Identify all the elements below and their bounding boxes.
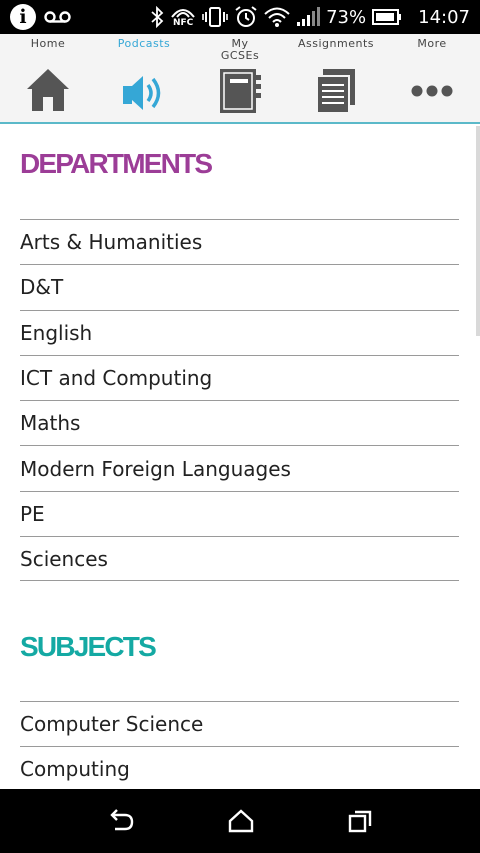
alarm-icon: [235, 6, 257, 27]
back-icon[interactable]: [107, 809, 135, 833]
speaker-icon: [123, 76, 161, 110]
list-item-arts-humanities[interactable]: Arts & Humanities: [20, 219, 459, 264]
list-item-computer-science[interactable]: Computer Science: [20, 701, 459, 746]
list-item-pe[interactable]: PE: [20, 490, 459, 536]
list-item-maths[interactable]: Maths: [20, 400, 459, 445]
system-navigation-bar: [0, 789, 480, 853]
tab-home[interactable]: Home: [0, 34, 96, 122]
signal-icon: [297, 7, 321, 26]
recent-apps-icon[interactable]: [347, 809, 373, 833]
tab-more-label: More: [417, 37, 447, 50]
list-item-ict-computing[interactable]: ICT and Computing: [20, 354, 459, 400]
vibrate-icon: [202, 7, 228, 27]
more-dots-icon: [411, 85, 453, 97]
list-item-computing[interactable]: Computing: [20, 746, 459, 791]
status-clock: 14:07: [418, 6, 470, 28]
status-bar: i NFC 73% 14:07: [0, 0, 480, 34]
tab-my-gcses[interactable]: My GCSEs: [192, 34, 288, 122]
battery-percentage: 73%: [326, 6, 367, 28]
nfc-label: NFC: [172, 18, 194, 28]
tab-assignments[interactable]: Assignments: [288, 34, 384, 122]
battery-icon: [372, 9, 402, 25]
list-item-modern-foreign-languages[interactable]: Modern Foreign Languages: [20, 445, 459, 490]
tab-my-gcses-label: My GCSEs: [220, 37, 260, 62]
voicemail-icon: [44, 11, 71, 23]
list-item-sciences[interactable]: Sciences: [20, 536, 459, 582]
documents-icon: [316, 69, 355, 114]
tab-assignments-label: Assignments: [298, 37, 374, 50]
tab-podcasts[interactable]: Podcasts: [96, 34, 192, 122]
bluetooth-icon: [151, 6, 164, 28]
tab-more[interactable]: More: [384, 34, 480, 122]
list-item-dt[interactable]: D&T: [20, 264, 459, 309]
subjects-list: Computer Science Computing: [20, 701, 459, 792]
nfc-icon: NFC: [170, 6, 196, 28]
departments-list: Arts & Humanities D&T English ICT and Co…: [20, 219, 459, 582]
wifi-icon: [264, 7, 290, 27]
home-icon: [27, 69, 69, 111]
departments-heading: DEPARTMENTS: [20, 148, 213, 179]
list-item-english[interactable]: English: [20, 309, 459, 355]
info-icon: i: [10, 4, 36, 30]
tab-podcasts-label: Podcasts: [117, 37, 171, 50]
top-tab-bar: Home Podcasts My GCSEs Assignments More: [0, 34, 480, 124]
scrollbar[interactable]: [476, 126, 480, 336]
home-button-icon[interactable]: [228, 809, 254, 833]
tab-home-label: Home: [30, 37, 66, 50]
subjects-heading: SUBJECTS: [20, 631, 157, 662]
notebook-icon: [220, 69, 261, 113]
